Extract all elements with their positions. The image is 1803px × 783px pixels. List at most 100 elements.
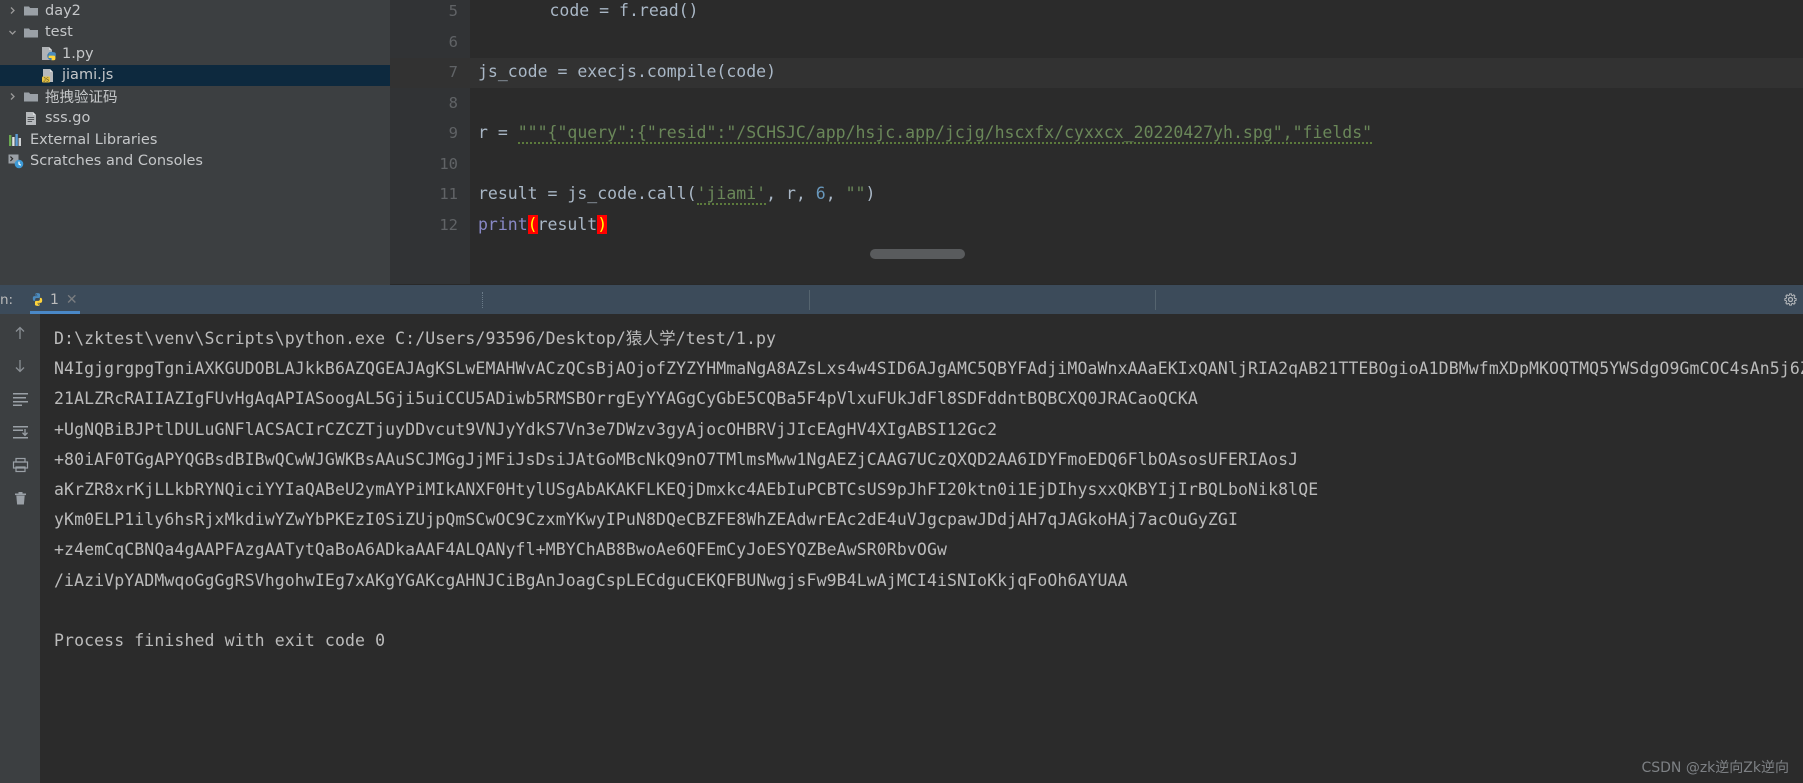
pycharm-window: day2 test 1.py JS jiami.js 拖拽验证码 sss.go …	[0, 0, 1803, 783]
folder-icon	[21, 88, 41, 105]
sidebar-item-day2[interactable]: day2	[0, 0, 390, 22]
trash-icon	[13, 490, 28, 506]
line-number: 8	[448, 94, 458, 112]
code-string-literal: 'jiami'	[696, 184, 767, 205]
sidebar-item-test[interactable]: test	[0, 22, 390, 44]
run-tab-label: 1	[50, 291, 59, 308]
chevron-down-icon[interactable]	[4, 28, 21, 37]
code-text: code = f.read()	[549, 1, 699, 20]
sidebar-item-label: Scratches and Consoles	[30, 153, 203, 170]
sidebar-item-label: test	[45, 24, 73, 41]
settings-button[interactable]	[1777, 285, 1803, 314]
scratches-icon	[6, 153, 26, 170]
sidebar-item-external-libraries[interactable]: External Libraries	[0, 129, 390, 151]
code-text-area[interactable]: code = f.read() js_code = execjs.compile…	[470, 0, 1803, 285]
code-error-open-paren: (	[527, 215, 538, 234]
svg-text:JS: JS	[43, 77, 49, 83]
code-string-literal: ""	[845, 184, 866, 203]
code-text: r =	[478, 123, 518, 142]
sidebar-item-sss-go[interactable]: sss.go	[0, 108, 390, 130]
line-number: 9	[448, 124, 458, 142]
run-tab-1[interactable]: 1 ✕	[24, 285, 86, 314]
console-output-line: yKm0ELP1ily6hsRjxMkdiwYZwYbPKEzI0SiZUjpQ…	[54, 510, 1238, 530]
sidebar-item-label: External Libraries	[30, 131, 158, 148]
chevron-right-icon[interactable]	[4, 92, 21, 101]
sidebar-item-1-py[interactable]: 1.py	[0, 43, 390, 65]
scroll-up-icon	[13, 325, 27, 341]
run-tab-bar[interactable]: n: 1 ✕	[0, 285, 1803, 314]
print-icon	[12, 457, 29, 473]
python-file-icon	[38, 45, 58, 62]
console-output-line: +80iAF0TGgAPYQGBsdBIBwQCwWJGWKBsAAuSCJMG…	[54, 449, 1299, 469]
code-text: result	[537, 215, 598, 234]
code-error-close-paren: )	[597, 215, 608, 234]
line-number: 7	[448, 63, 458, 81]
code-number-literal: 6	[815, 184, 826, 203]
console-toolbar[interactable]	[0, 314, 40, 783]
soft-wrap-icon	[12, 391, 29, 407]
code-line-11: result = js_code.call('jiami', r, 6, "")	[470, 184, 876, 205]
line-number: 5	[448, 2, 458, 20]
run-panel: n: 1 ✕ D:\zktest\venv\Scripts\python.exe…	[0, 285, 1803, 783]
code-function-name: print	[478, 215, 528, 234]
console-output-line: +UgNQBiBJPtlDULuGNFlACSACIrCZCZTjuyDDvcu…	[54, 419, 998, 439]
run-panel-label: n:	[0, 291, 14, 308]
libraries-icon	[6, 131, 26, 148]
editor-horizontal-scrollbar-thumb[interactable]	[870, 249, 965, 259]
code-line-5: code = f.read()	[470, 1, 699, 20]
scroll-to-end-button[interactable]	[7, 421, 33, 443]
scroll-down-icon	[13, 358, 27, 374]
sidebar-item-label: day2	[45, 2, 81, 19]
sidebar-item-scratches-and-consoles[interactable]: Scratches and Consoles	[0, 151, 390, 173]
console-output[interactable]: D:\zktest\venv\Scripts\python.exe C:/Use…	[40, 314, 1803, 783]
code-text: js_code = execjs.compile(code)	[478, 62, 777, 81]
code-line-7: js_code = execjs.compile(code)	[470, 62, 776, 81]
console-output-line: aKrZR8xrKjLLkbRYNQiciYYIaQABeU2ymAYPiMIk…	[54, 480, 1319, 500]
tabbar-separator-2	[1154, 289, 1156, 310]
gear-icon	[1783, 292, 1798, 307]
top-area: day2 test 1.py JS jiami.js 拖拽验证码 sss.go …	[0, 0, 1803, 285]
print-button[interactable]	[7, 454, 33, 476]
sidebar-item-label: sss.go	[45, 110, 91, 127]
project-tree-sidebar[interactable]: day2 test 1.py JS jiami.js 拖拽验证码 sss.go …	[0, 0, 390, 285]
code-text: , r,	[766, 184, 816, 203]
code-text: result = js_code.call(	[478, 184, 697, 203]
code-text: )	[865, 184, 876, 203]
code-string-literal: """{"query":{"resid":"/SCHSJC/app/hsjc.a…	[517, 123, 1373, 144]
console-command-line: D:\zktest\venv\Scripts\python.exe C:/Use…	[54, 329, 777, 348]
line-number: 11	[439, 185, 458, 203]
close-icon[interactable]: ✕	[66, 292, 78, 308]
code-line-9: r = """{"query":{"resid":"/SCHSJC/app/hs…	[470, 123, 1373, 144]
line-number: 6	[448, 33, 458, 51]
soft-wrap-button[interactable]	[7, 388, 33, 410]
sidebar-item-label: 1.py	[62, 45, 94, 62]
scroll-down-button[interactable]	[7, 355, 33, 377]
tabbar-divider	[481, 291, 483, 308]
rerun-up-button[interactable]	[7, 322, 33, 344]
editor-gutter[interactable]: 5 6 7 8 9 10 11 12	[390, 0, 470, 285]
clear-all-button[interactable]	[7, 487, 33, 509]
sidebar-item-label: jiami.js	[62, 67, 114, 84]
watermark: CSDN @zk逆向Zk逆向	[1641, 760, 1789, 776]
chevron-right-icon[interactable]	[4, 6, 21, 15]
sidebar-item-label: 拖拽验证码	[45, 90, 118, 107]
console-output-line: /iAziVpYADMwqoGgGgRSVhgohwIEg7xAKgYGAKcg…	[54, 570, 1128, 590]
sidebar-item-drag-captcha[interactable]: 拖拽验证码	[0, 86, 390, 108]
editor-horizontal-scrollbar-track[interactable]	[470, 248, 1790, 259]
scroll-end-icon	[12, 424, 29, 440]
code-line-12: print(result)	[470, 215, 608, 234]
console-output-line: 21ALZRcRAIIAZIgFUvHgAqAPIASoogAL5Gji5uiC…	[54, 389, 1198, 409]
code-editor[interactable]: 5 6 7 8 9 10 11 12 code = f.read() js_co…	[390, 0, 1803, 285]
folder-icon	[21, 2, 41, 19]
js-file-icon: JS	[38, 67, 58, 84]
folder-icon	[21, 24, 41, 41]
console-process-finished: Process finished with exit code 0	[54, 631, 386, 651]
console-output-line: N4IgjgrgpgTgniAXKGUDOBLAJkkB6AZQGEAJAgKS…	[54, 359, 1803, 379]
line-number: 12	[439, 216, 458, 234]
go-file-icon	[21, 110, 41, 127]
sidebar-item-jiami-js[interactable]: JS jiami.js	[0, 64, 390, 86]
code-text: ,	[825, 184, 846, 203]
line-number: 10	[439, 155, 458, 173]
console-output-line: +z4emCqCBNQa4gAAPFAzgAATytQaBoA6ADkaAAF4…	[54, 540, 948, 560]
